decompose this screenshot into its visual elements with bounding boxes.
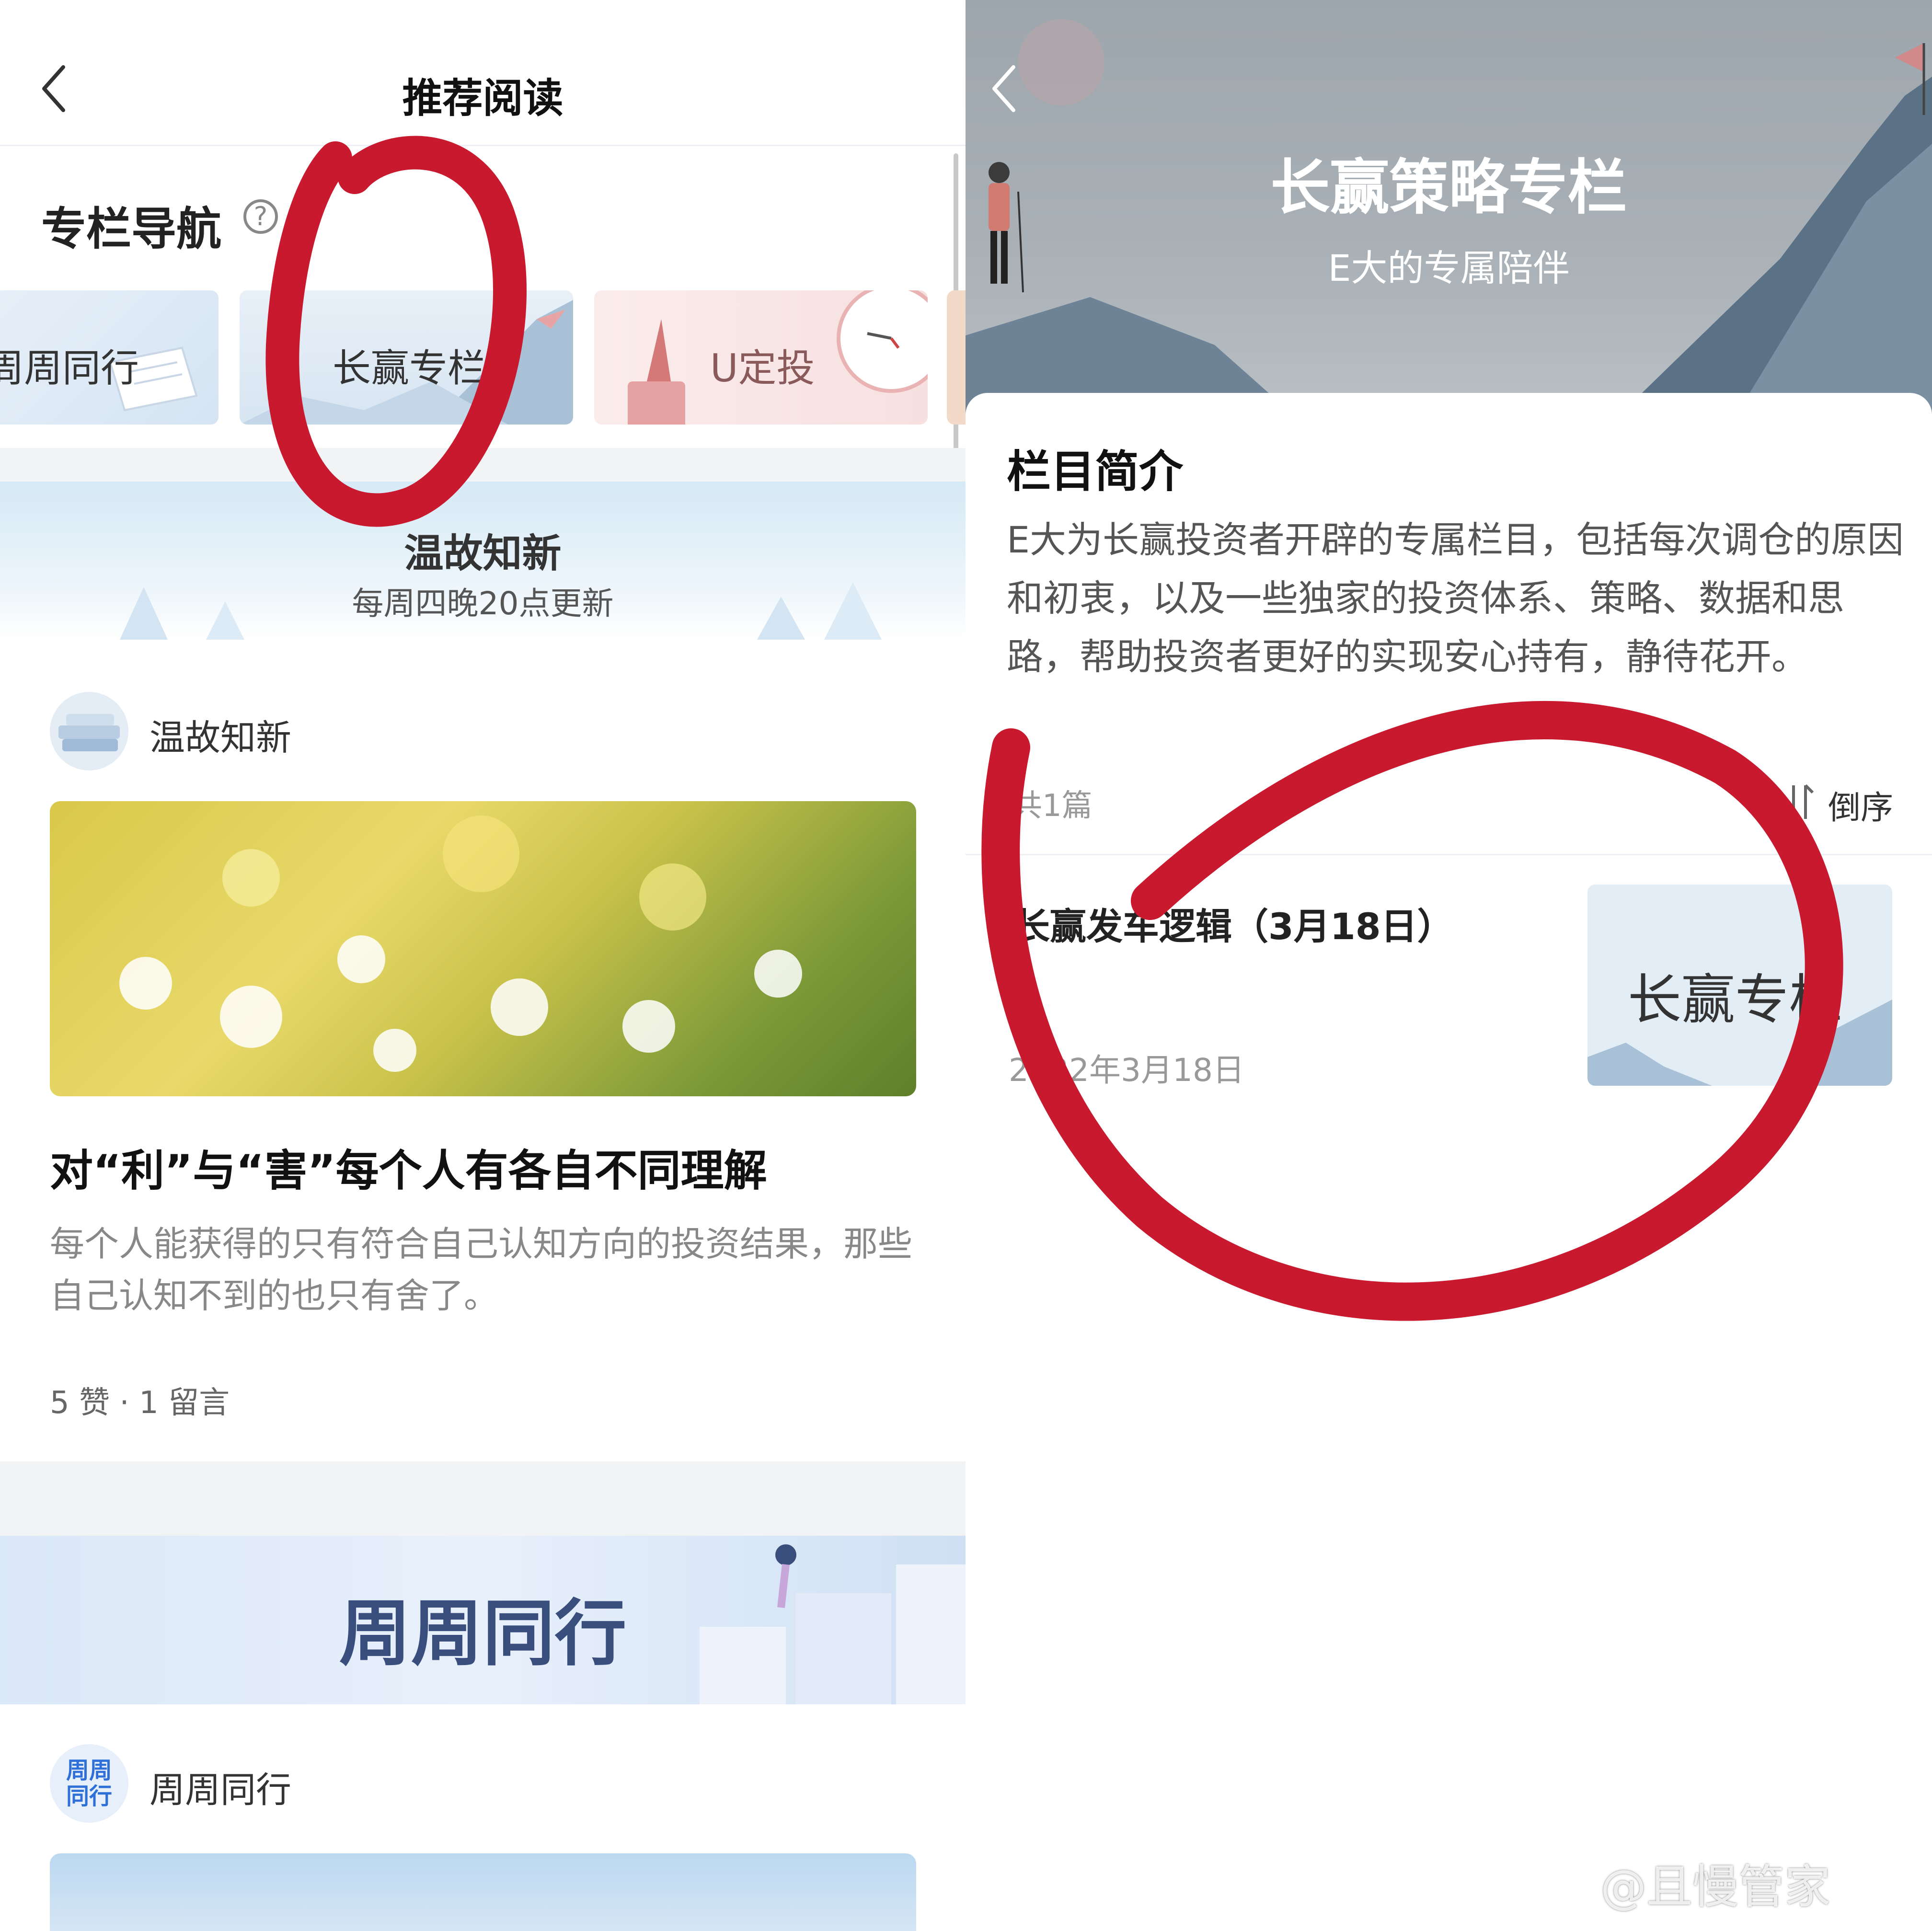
list-divider bbox=[966, 854, 1932, 855]
banner-title: 温故知新 bbox=[404, 531, 562, 576]
article-cover-image[interactable] bbox=[50, 1853, 916, 1931]
author-avatar[interactable] bbox=[50, 692, 128, 770]
banner-subtitle: 每周四晚20点更新 bbox=[352, 585, 614, 622]
books-icon bbox=[58, 714, 120, 751]
column-tile-label: 周周同行 bbox=[0, 346, 139, 391]
list-item-date: 2022年3月18日 bbox=[1009, 1052, 1244, 1089]
help-icon[interactable]: ? bbox=[243, 199, 278, 234]
article-cover-image[interactable] bbox=[50, 801, 916, 1096]
article-stats: 5 赞 · 1 留言 bbox=[50, 1385, 230, 1421]
sort-icon[interactable] bbox=[1784, 783, 1817, 821]
dandelion-field-photo bbox=[119, 816, 802, 1072]
left-screen: 推荐阅读 专栏导航 ? 周周同行 长赢专栏 U定投 温故知新 每周四晚20点更新… bbox=[0, 0, 966, 1931]
thumbnail-label: 长赢专栏 bbox=[1628, 969, 1842, 1031]
column-tile-label: 长赢专栏 bbox=[333, 346, 486, 391]
author-name[interactable]: 周周同行 bbox=[150, 1761, 291, 1813]
column-title: 长赢策略专栏 bbox=[1270, 153, 1627, 222]
column-tile-label: U定投 bbox=[710, 346, 815, 391]
list-item-title[interactable]: 长赢发车逻辑（3月18日） bbox=[1013, 897, 1454, 950]
header-divider bbox=[0, 145, 966, 146]
watermark: @且慢管家 bbox=[1600, 1860, 1830, 1914]
intro-title: 栏目简介 bbox=[1007, 446, 1184, 497]
column-tile-changying[interactable]: 长赢专栏 bbox=[240, 290, 573, 425]
list-item-thumbnail[interactable]: 长赢专栏 bbox=[1587, 885, 1892, 1086]
sort-order-button[interactable]: 倒序 bbox=[1828, 781, 1893, 828]
back-icon[interactable] bbox=[985, 62, 1023, 115]
column-subtitle: E大的专属陪伴 bbox=[1328, 247, 1570, 289]
section-gap bbox=[0, 448, 966, 482]
section-gap bbox=[0, 1461, 966, 1536]
author-name[interactable]: 温故知新 bbox=[150, 709, 291, 760]
banner2-title: 周周同行 bbox=[339, 1592, 627, 1676]
section-title: 专栏导航 bbox=[41, 203, 222, 255]
right-screen: 长赢策略专栏 E大的专属陪伴 栏目简介 E大为长赢投资者开辟的专属栏目，包括每次… bbox=[966, 0, 1932, 1931]
column-tile-udingtou[interactable]: U定投 bbox=[594, 290, 928, 425]
article-description: 每个人能获得的只有符合自己认知方向的投资结果，那些自己认知不到的也只有舍了。 bbox=[50, 1224, 913, 1316]
article-title[interactable]: 对“利”与“害”每个人有各自不同理解 bbox=[50, 1136, 767, 1198]
intro-text: E大为长赢投资者开辟的专属栏目，包括每次调仓的原因和初衷，以及一些独家的投资体系… bbox=[1007, 518, 1904, 678]
author-avatar[interactable]: 周周 同行 bbox=[50, 1744, 128, 1823]
article-count: 共1篇 bbox=[1012, 788, 1092, 824]
column-tile-zhouzhou[interactable]: 周周同行 bbox=[0, 290, 218, 425]
page-title: 推荐阅读 bbox=[402, 75, 564, 122]
column-tile-next[interactable] bbox=[947, 290, 966, 425]
